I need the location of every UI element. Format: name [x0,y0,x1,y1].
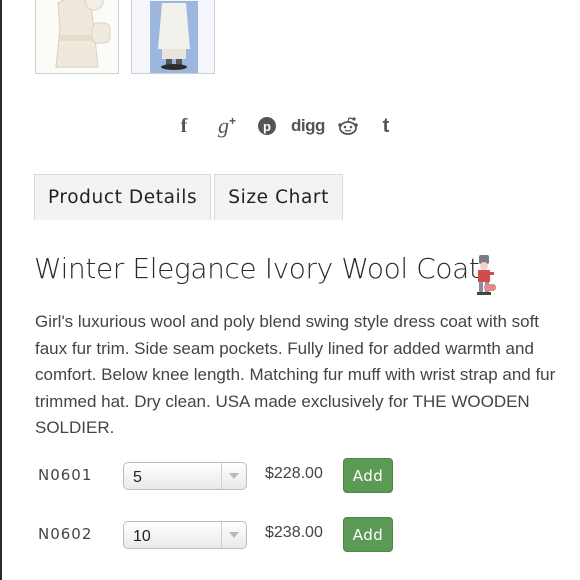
facebook-icon[interactable]: f [170,115,198,138]
product-tabs: Product Details Size Chart [34,174,343,220]
variant-row: N0602 10 $238.00 Add [38,517,538,552]
svg-text:p: p [263,119,271,134]
product-thumbnail-1[interactable] [35,0,119,74]
left-edge-rule [0,0,2,580]
chevron-down-icon [221,522,246,548]
pinterest-icon[interactable]: p [254,116,280,136]
product-title: Winter Elegance Ivory Wool Coat [34,252,480,285]
variant-price: $238.00 [265,524,323,541]
add-to-cart-button[interactable]: Add [343,517,393,552]
tab-size-chart[interactable]: Size Chart [214,174,343,220]
product-thumbnail-2[interactable] [131,0,215,74]
chevron-down-icon [221,463,246,489]
size-select[interactable]: 5 [123,462,247,490]
variant-sku: N0602 [38,525,93,543]
tumblr-icon[interactable]: t [374,115,398,138]
product-description: Girl's luxurious wool and poly blend swi… [35,312,556,437]
size-select[interactable]: 10 [123,521,247,549]
girl-in-coat-photo-icon [132,0,214,73]
tab-product-details[interactable]: Product Details [34,174,212,220]
variant-row: N0601 5 $228.00 Add [38,458,538,493]
google-plus-icon[interactable]: g + [212,113,242,139]
add-to-cart-button[interactable]: Add [343,458,393,493]
digg-icon[interactable]: digg [290,116,326,136]
wooden-soldier-icon [477,255,496,295]
size-select-value: 10 [133,528,151,545]
social-share-bar: f g + p digg t [170,112,398,140]
size-select-value: 5 [133,469,142,486]
variant-sku: N0601 [38,466,93,484]
variant-price: $228.00 [265,465,323,482]
coat-flatlay-photo-icon [36,0,118,73]
reddit-icon[interactable] [334,116,362,136]
